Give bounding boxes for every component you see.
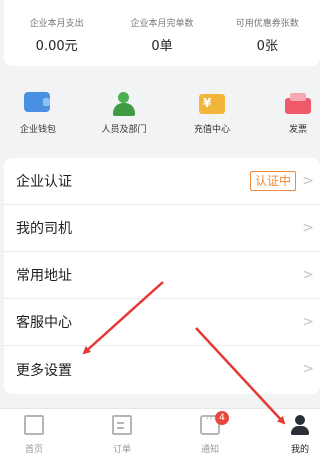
wallet-icon bbox=[24, 92, 52, 116]
quick-action-invoice[interactable]: 发票 bbox=[262, 86, 320, 135]
quick-action-recharge[interactable]: 充值中心 bbox=[176, 86, 248, 135]
chevron-right-icon: > bbox=[302, 314, 314, 330]
menu-item-label: 更多设置 bbox=[16, 362, 72, 379]
tab-label: 订单 bbox=[112, 445, 131, 455]
tab-orders[interactable]: 订单 bbox=[92, 415, 152, 455]
stat-coupons: 可用优惠券张数 0张 bbox=[217, 0, 317, 54]
quick-action-staff[interactable]: 人员及部门 bbox=[88, 86, 160, 135]
menu-item-enterprise-verification[interactable]: 企业认证 认证中 > bbox=[4, 158, 320, 205]
menu-item-label: 企业认证 bbox=[16, 174, 72, 190]
settings-menu: 企业认证 认证中 > 我的司机 > 常用地址 > 客服中心 > 更多设置 > bbox=[4, 158, 320, 394]
tab-label: 我的 bbox=[290, 445, 309, 455]
recharge-icon bbox=[198, 92, 226, 116]
profile-icon bbox=[290, 415, 310, 435]
stat-label: 企业本月完单数 bbox=[130, 19, 194, 29]
menu-item-frequent-addresses[interactable]: 常用地址 > bbox=[4, 252, 320, 299]
tab-notifications[interactable]: 4 通知 bbox=[180, 411, 240, 455]
menu-item-more-settings[interactable]: 更多设置 > bbox=[4, 346, 320, 393]
order-icon bbox=[112, 415, 132, 435]
stat-monthly-spending: 企业本月支出 0.00元 bbox=[7, 0, 107, 54]
tab-label: 通知 bbox=[200, 445, 219, 455]
message-icon: 4 bbox=[200, 411, 229, 435]
invoice-icon bbox=[284, 92, 312, 116]
home-icon bbox=[24, 415, 44, 435]
stat-label: 企业本月支出 bbox=[29, 19, 84, 29]
tab-label: 首页 bbox=[24, 445, 43, 455]
person-icon bbox=[110, 92, 138, 116]
stat-value: 0.00元 bbox=[35, 39, 78, 54]
menu-item-label: 客服中心 bbox=[16, 315, 72, 331]
stat-value: 0张 bbox=[256, 39, 278, 54]
chevron-right-icon: > bbox=[302, 220, 314, 236]
tab-profile[interactable]: 我的 bbox=[270, 415, 320, 455]
tab-home[interactable]: 首页 bbox=[4, 415, 64, 455]
quick-action-label: 人员及部门 bbox=[101, 125, 147, 135]
stat-label: 可用优惠券张数 bbox=[235, 19, 299, 29]
menu-item-label: 我的司机 bbox=[16, 221, 72, 237]
chevron-right-icon: > bbox=[302, 267, 314, 283]
bottom-tab-bar: 首页 订单 4 通知 我的 bbox=[0, 408, 320, 463]
stats-card: 企业本月支出 0.00元 企业本月完单数 0单 可用优惠券张数 0张 bbox=[4, 0, 320, 66]
quick-action-label: 充值中心 bbox=[193, 125, 230, 135]
menu-item-label: 常用地址 bbox=[16, 268, 72, 284]
quick-action-wallet[interactable]: 企业钱包 bbox=[2, 86, 74, 135]
menu-item-my-drivers[interactable]: 我的司机 > bbox=[4, 205, 320, 252]
notification-count-badge: 4 bbox=[215, 411, 229, 425]
menu-item-customer-service[interactable]: 客服中心 > bbox=[4, 299, 320, 346]
status-badge: 认证中 bbox=[249, 171, 296, 191]
chevron-right-icon: > bbox=[302, 361, 314, 377]
stat-value: 0单 bbox=[151, 39, 173, 54]
chevron-right-icon: > bbox=[302, 173, 314, 189]
stat-monthly-orders: 企业本月完单数 0单 bbox=[112, 0, 212, 54]
quick-action-label: 企业钱包 bbox=[19, 125, 56, 135]
quick-actions: 企业钱包 人员及部门 充值中心 发票 bbox=[0, 86, 320, 146]
quick-action-label: 发票 bbox=[288, 125, 307, 135]
